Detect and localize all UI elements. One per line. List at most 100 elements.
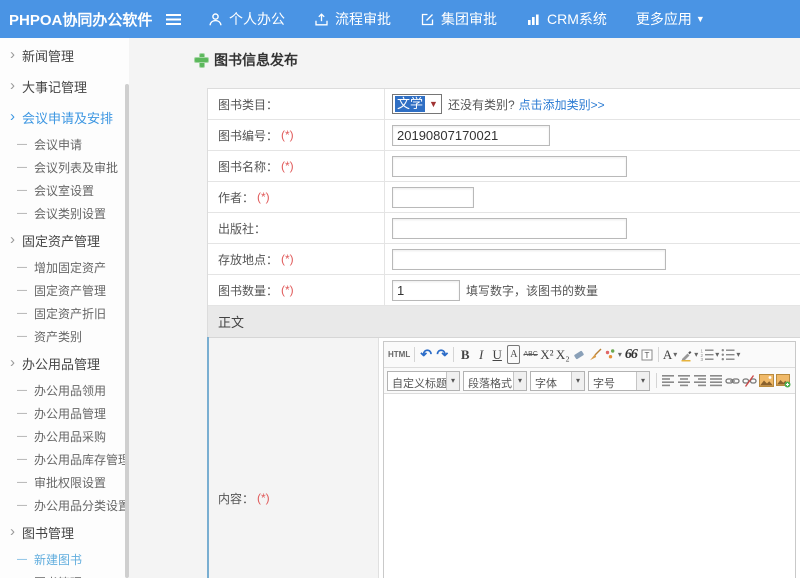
button-glyph: A: [663, 347, 672, 363]
highlight-color-button[interactable]: ▾: [678, 345, 699, 364]
publisher-input[interactable]: [392, 218, 627, 239]
eraser-button[interactable]: [571, 345, 587, 364]
sidebar-item[interactable]: —会议室设置: [0, 179, 129, 202]
nav-label: 集团审批: [441, 9, 497, 29]
button-glyph: A: [510, 350, 517, 360]
html-source-button[interactable]: HTML: [387, 345, 411, 364]
align-left-button[interactable]: [660, 371, 676, 390]
menu-toggle-button[interactable]: [163, 14, 183, 25]
font-color-button[interactable]: A▾: [662, 345, 678, 364]
undo-button[interactable]: ↶: [418, 345, 434, 364]
sidebar-item[interactable]: —会议申请: [0, 133, 129, 156]
sidebar-item[interactable]: —固定资产管理: [0, 279, 129, 302]
align-right-button[interactable]: [692, 371, 708, 390]
ordered-list-button[interactable]: 123▾: [699, 345, 720, 364]
blockquote-button[interactable]: 66: [623, 345, 639, 364]
form-rows: 图书类目：文学▼还没有类别?点击添加类别>>图书编号：(*)图书名称：(*)作者…: [208, 89, 800, 306]
font-size-select[interactable]: 字号▾: [588, 371, 650, 391]
italic-button[interactable]: I: [473, 345, 489, 364]
sidebar-item[interactable]: ›固定资产管理: [0, 225, 129, 256]
sidebar-item-label: 会议申请及安排: [22, 108, 113, 127]
top-nav-items: 个人办公 流程审批 集团审批 CRM系统 更多应用: [208, 9, 734, 29]
font-family-select[interactable]: 字体▾: [530, 371, 585, 391]
upload-image-button[interactable]: [775, 371, 792, 390]
nav-item-crm-system[interactable]: CRM系统: [526, 9, 607, 29]
font-border-button[interactable]: A: [507, 345, 520, 364]
storage-location-value-cell: [385, 244, 800, 274]
underline-button[interactable]: U: [489, 345, 505, 364]
nav-item-group-approval[interactable]: 集团审批: [420, 9, 497, 29]
caret-down-icon: ▾: [513, 372, 526, 390]
no-category-text: 还没有类别?: [448, 96, 515, 113]
selected-option: 文学: [395, 96, 425, 112]
unordered-list-button[interactable]: ▾: [720, 345, 741, 364]
sidebar-item-label: 新闻管理: [22, 46, 74, 65]
sidebar-item[interactable]: ›会议申请及安排: [0, 102, 129, 133]
sidebar-item[interactable]: ›新闻管理: [0, 40, 129, 71]
nav-item-more-apps[interactable]: 更多应用 ▼: [636, 9, 705, 29]
ordered-list-icon: 123: [700, 348, 714, 361]
insert-image-button[interactable]: [758, 371, 775, 390]
field-label: 存放地点：: [218, 251, 278, 268]
sidebar-item[interactable]: —审批权限设置: [0, 471, 129, 494]
link-button[interactable]: [724, 371, 741, 390]
dash-icon: —: [17, 162, 27, 173]
required-star: (*): [281, 283, 294, 297]
redo-button[interactable]: ↷: [434, 345, 450, 364]
sidebar-item[interactable]: —办公用品库存管理: [0, 448, 129, 471]
nav-item-process-approval[interactable]: 流程审批: [314, 9, 391, 29]
sidebar-item[interactable]: —固定资产折旧: [0, 302, 129, 325]
align-center-button[interactable]: [676, 371, 692, 390]
paint-format-button[interactable]: ▾: [603, 345, 623, 364]
author-input[interactable]: [392, 187, 474, 208]
sidebar-item[interactable]: —办公用品领用: [0, 379, 129, 402]
superscript-button[interactable]: X²: [539, 345, 555, 364]
bold-button[interactable]: B: [457, 345, 473, 364]
sidebar-item[interactable]: ›图书管理: [0, 517, 129, 548]
sidebar-item[interactable]: —办公用品采购: [0, 425, 129, 448]
editor-toolbar-row1: HTML↶↷BIUAABCX²X₂▾66TA▾▾123▾▾: [384, 342, 795, 368]
subscript-button[interactable]: X₂: [555, 345, 571, 364]
sidebar-item[interactable]: —资产类别: [0, 325, 129, 348]
sidebar-item[interactable]: —会议类别设置: [0, 202, 129, 225]
add-category-link[interactable]: 点击添加类别>>: [519, 96, 605, 113]
dropdown-label: 段落格式: [464, 372, 513, 390]
book-number-input[interactable]: [392, 125, 550, 146]
sidebar-item[interactable]: —会议列表及审批: [0, 156, 129, 179]
sidebar-item[interactable]: —增加固定资产: [0, 256, 129, 279]
custom-title-select[interactable]: 自定义标题▾: [387, 371, 460, 391]
justify-button[interactable]: [708, 371, 724, 390]
sidebar-item-label: 办公用品管理: [34, 405, 106, 422]
unlink-button[interactable]: [741, 371, 758, 390]
editor-toolbar-row2: 自定义标题▾段落格式▾字体▾字号▾: [384, 368, 795, 394]
sidebar-item[interactable]: ›大事记管理: [0, 71, 129, 102]
storage-location-label: 存放地点：(*): [208, 244, 385, 274]
book-name-input[interactable]: [392, 156, 627, 177]
sidebar-item[interactable]: —办公用品分类设置: [0, 494, 129, 517]
sidebar-item[interactable]: —图书管理: [0, 571, 129, 578]
strikethrough-button[interactable]: ABC: [522, 345, 538, 364]
sidebar-item[interactable]: ›办公用品管理: [0, 348, 129, 379]
sidebar-item[interactable]: —新建图书: [0, 548, 129, 571]
process-icon: [314, 12, 329, 27]
paragraph-format-select[interactable]: 段落格式▾: [463, 371, 527, 391]
storage-location-input[interactable]: [392, 249, 666, 270]
book-quantity-input[interactable]: [392, 280, 460, 301]
book-category-select[interactable]: 文学▼: [392, 94, 442, 114]
field-label: 内容：: [218, 490, 254, 507]
editor-content-area[interactable]: [384, 394, 795, 578]
sidebar-item-label: 图书管理: [34, 574, 82, 578]
format-brush-button[interactable]: [587, 345, 603, 364]
required-star: (*): [257, 491, 270, 505]
sidebar-item[interactable]: —办公用品管理: [0, 402, 129, 425]
button-glyph: HTML: [388, 350, 410, 359]
dash-icon: —: [17, 208, 27, 219]
field-label: 图书类目：: [218, 96, 278, 113]
sidebar-item-label: 图书管理: [22, 523, 74, 542]
content-field-label: 内容： (*): [208, 338, 379, 578]
image-add-icon: [776, 374, 791, 388]
paste-text-button[interactable]: T: [639, 345, 655, 364]
nav-item-personal-office[interactable]: 个人办公: [208, 9, 285, 29]
book-category-row: 图书类目： 文学▼ 还没有类别?点击添加类别>>: [208, 89, 800, 120]
publisher-label: 出版社：: [208, 213, 385, 243]
